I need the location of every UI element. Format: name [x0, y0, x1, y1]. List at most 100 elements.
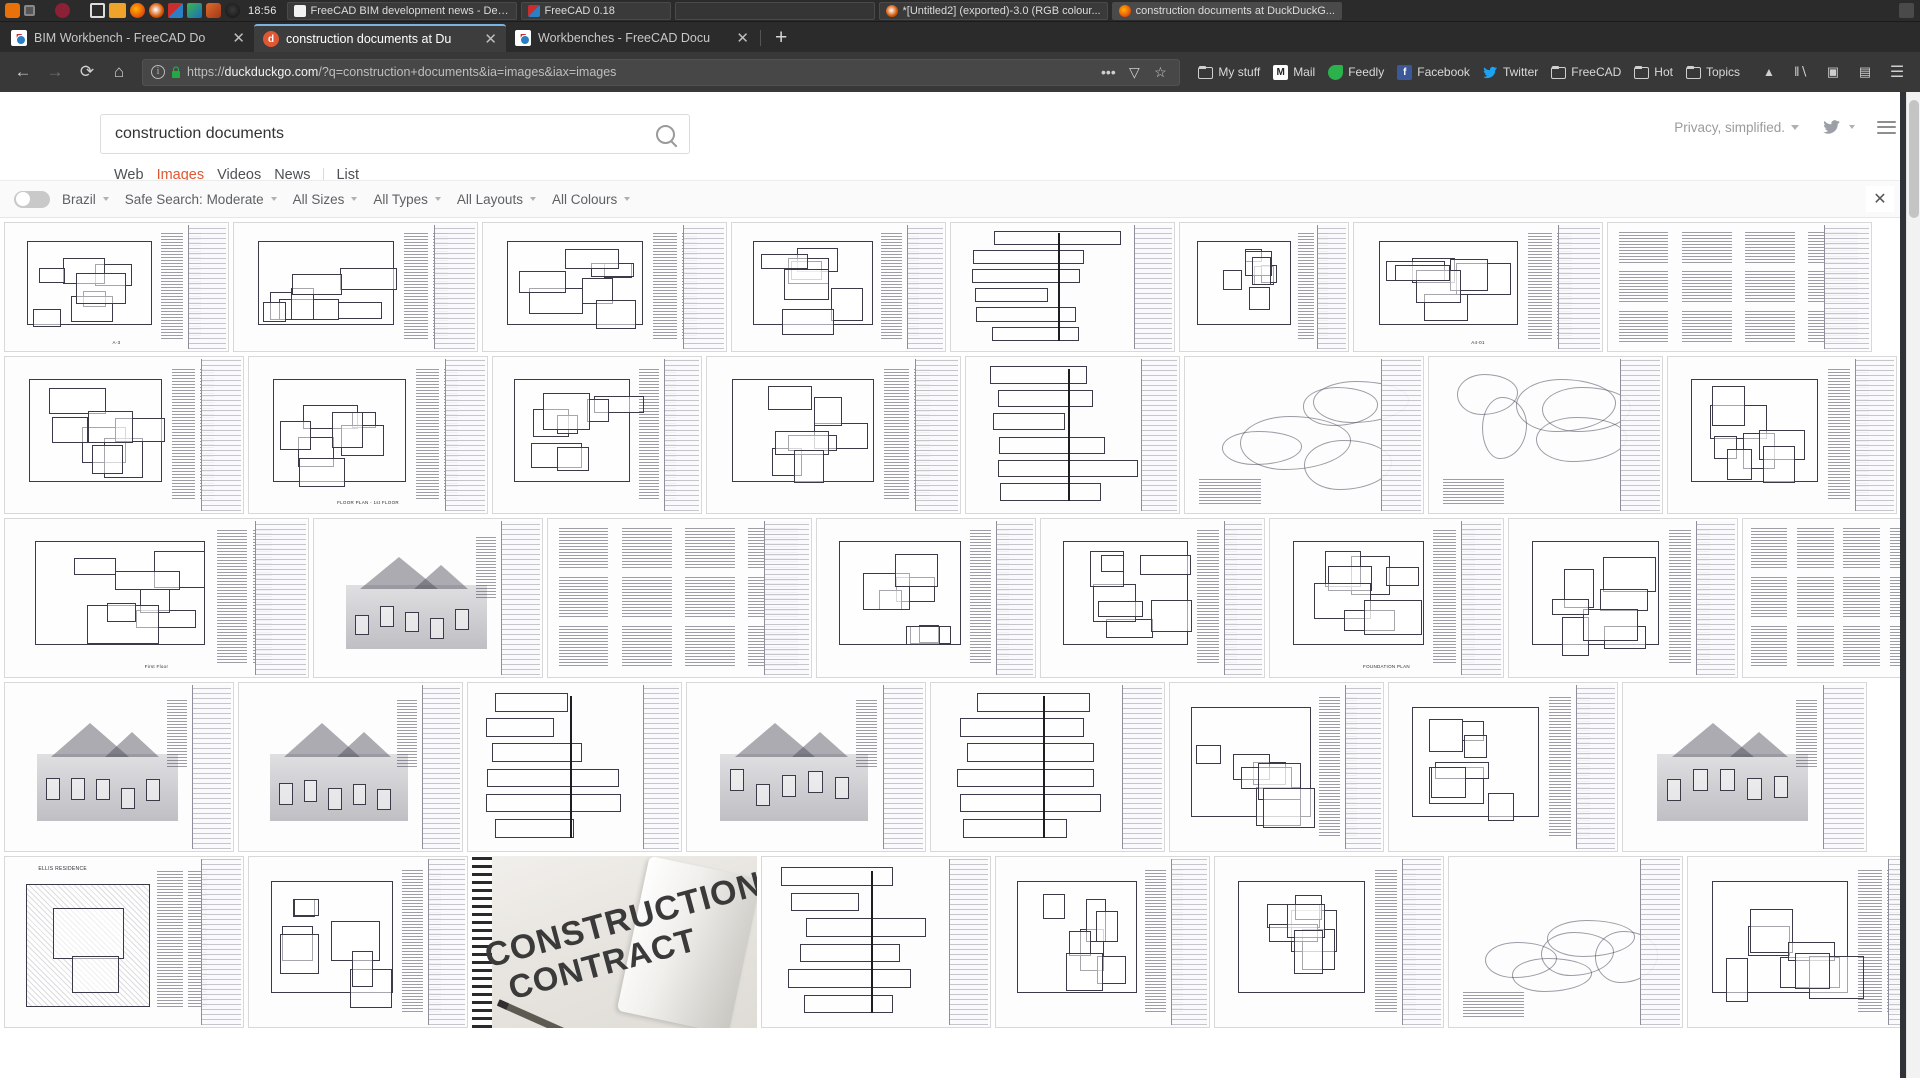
image-result-thumbnail[interactable] [731, 222, 946, 352]
tab-close-icon[interactable]: ✕ [733, 31, 752, 46]
xfce-menu-icon[interactable] [5, 3, 20, 18]
search-icon[interactable] [656, 125, 675, 144]
image-result-thumbnail[interactable] [930, 682, 1165, 852]
back-button[interactable]: ← [8, 57, 38, 87]
image-result-thumbnail[interactable] [4, 682, 234, 852]
fox-icon[interactable] [206, 3, 221, 18]
image-result-thumbnail[interactable] [950, 222, 1175, 352]
image-result-thumbnail[interactable] [4, 356, 244, 514]
image-result-thumbnail[interactable] [1508, 518, 1738, 678]
blender-icon[interactable] [225, 3, 240, 18]
tab-close-icon[interactable]: ✕ [229, 31, 248, 46]
image-result-thumbnail[interactable] [547, 518, 812, 678]
sync-account-icon[interactable]: ▲ [1754, 57, 1784, 87]
forward-button[interactable]: → [40, 57, 70, 87]
address-bar[interactable]: i https://duckduckgo.com/?q=construction… [142, 59, 1180, 86]
files-icon[interactable] [90, 3, 105, 18]
image-result-thumbnail[interactable] [1742, 518, 1920, 678]
bookmark-my-stuff[interactable]: My stuff [1192, 62, 1266, 82]
image-result-thumbnail[interactable] [467, 682, 682, 852]
systray-icon[interactable] [1899, 3, 1914, 18]
bookmark-topics[interactable]: Topics [1680, 62, 1746, 82]
freecad-icon[interactable] [168, 3, 183, 18]
page-actions-icon[interactable]: ••• [1097, 61, 1119, 83]
image-result-thumbnail[interactable] [1428, 356, 1663, 514]
image-result-thumbnail[interactable] [1448, 856, 1683, 1028]
filter-types[interactable]: All Types [373, 192, 457, 207]
close-filters-button[interactable]: ✕ [1866, 186, 1894, 212]
tab-workbenches[interactable]: F Workbenches - FreeCAD Docu ✕ [506, 24, 758, 52]
image-result-thumbnail[interactable]: First Floor [4, 518, 309, 678]
image-result-thumbnail[interactable]: FOUNDATION PLAN [1269, 518, 1504, 678]
taskbar-window-1[interactable]: FreeCAD 0.18 [521, 2, 671, 20]
scrollbar-thumb[interactable] [1909, 100, 1919, 218]
image-result-thumbnail[interactable] [238, 682, 463, 852]
image-result-thumbnail[interactable] [761, 856, 991, 1028]
library-icon[interactable]: ‖∖ [1786, 57, 1816, 87]
inkscape-icon[interactable] [187, 3, 202, 18]
filter-colours[interactable]: All Colours [552, 192, 646, 207]
page-vertical-scrollbar[interactable] [1906, 92, 1920, 1078]
bookmark-freecad[interactable]: FreeCAD [1545, 62, 1627, 82]
gimp-icon[interactable] [149, 3, 164, 18]
twitter-dropdown[interactable] [1821, 118, 1855, 136]
image-result-thumbnail[interactable] [1667, 356, 1897, 514]
firefox-icon[interactable] [130, 3, 145, 18]
bookmark-twitter[interactable]: Twitter [1477, 62, 1544, 83]
image-result-thumbnail[interactable]: A4-01 [1353, 222, 1603, 352]
image-result-thumbnail[interactable] [1040, 518, 1265, 678]
image-result-thumbnail[interactable] [492, 356, 702, 514]
taskbar-window-2[interactable]: *[Untitled2] (exported)-3.0 (RGB colour.… [879, 2, 1108, 20]
privacy-tagline-dropdown[interactable]: Privacy, simplified. [1674, 120, 1799, 135]
reader-icon[interactable]: ▤ [1850, 57, 1880, 87]
bookmark-hot[interactable]: Hot [1628, 62, 1679, 82]
folder-icon[interactable] [109, 3, 126, 18]
filter-safe-search[interactable]: Safe Search: Moderate [125, 192, 293, 207]
image-result-thumbnail[interactable] [965, 356, 1180, 514]
image-result-thumbnail[interactable] [482, 222, 727, 352]
image-result-thumbnail[interactable] [1169, 682, 1384, 852]
image-result-thumbnail[interactable] [248, 856, 468, 1028]
anonymous-view-toggle[interactable] [14, 191, 50, 208]
image-result-thumbnail[interactable] [686, 682, 926, 852]
filter-region[interactable]: Brazil [62, 192, 125, 207]
image-result-thumbnail[interactable] [233, 222, 478, 352]
image-result-thumbnail[interactable] [706, 356, 961, 514]
search-input[interactable] [115, 125, 656, 143]
image-result-thumbnail[interactable]: A-3 [4, 222, 229, 352]
tab-bim-workbench[interactable]: F BIM Workbench - FreeCAD Do ✕ [2, 24, 254, 52]
image-result-thumbnail[interactable] [1214, 856, 1444, 1028]
reload-button[interactable]: ⟳ [72, 57, 102, 87]
image-result-thumbnail[interactable] [1179, 222, 1349, 352]
hamburger-icon[interactable] [1877, 121, 1896, 134]
window-icon[interactable] [24, 5, 35, 16]
bookmark-mail[interactable]: M Mail [1267, 62, 1321, 83]
filter-layouts[interactable]: All Layouts [457, 192, 552, 207]
page-info-icon[interactable]: i [151, 65, 165, 79]
taskbar-window-0[interactable]: FreeCAD BIM development news - Dec... [287, 2, 517, 20]
tab-construction-documents[interactable]: d construction documents at Du ✕ [254, 24, 506, 52]
image-result-thumbnail[interactable]: FLOOR PLAN - 1st FLOOR [248, 356, 488, 514]
image-result-thumbnail[interactable] [1607, 222, 1872, 352]
pocket-icon[interactable]: ▽ [1123, 61, 1145, 83]
filter-sizes[interactable]: All Sizes [293, 192, 374, 207]
new-tab-button[interactable]: + [763, 27, 799, 52]
image-result-thumbnail[interactable] [313, 518, 543, 678]
image-result-thumbnail[interactable] [1622, 682, 1867, 852]
image-result-thumbnail[interactable] [1388, 682, 1618, 852]
tab-close-icon[interactable]: ✕ [481, 32, 500, 47]
image-result-thumbnail[interactable] [1184, 356, 1424, 514]
search-box[interactable] [100, 114, 690, 154]
image-result-thumbnail[interactable]: ELLIS RESIDENCE [4, 856, 244, 1028]
taskbar-window-empty[interactable] [675, 2, 875, 20]
bookmark-feedly[interactable]: Feedly [1322, 62, 1390, 83]
image-result-thumbnail[interactable] [995, 856, 1210, 1028]
sidebar-icon[interactable]: ▣ [1818, 57, 1848, 87]
home-button[interactable]: ⌂ [104, 57, 134, 87]
image-result-thumbnail[interactable] [1687, 856, 1920, 1028]
taskbar-window-3[interactable]: construction documents at DuckDuckG... [1112, 2, 1342, 20]
debian-icon[interactable] [55, 3, 70, 18]
bookmark-star-icon[interactable]: ☆ [1149, 61, 1171, 83]
image-result-thumbnail[interactable]: CONSTRUCTIONCONTRACT [472, 856, 757, 1028]
image-result-thumbnail[interactable] [816, 518, 1036, 678]
